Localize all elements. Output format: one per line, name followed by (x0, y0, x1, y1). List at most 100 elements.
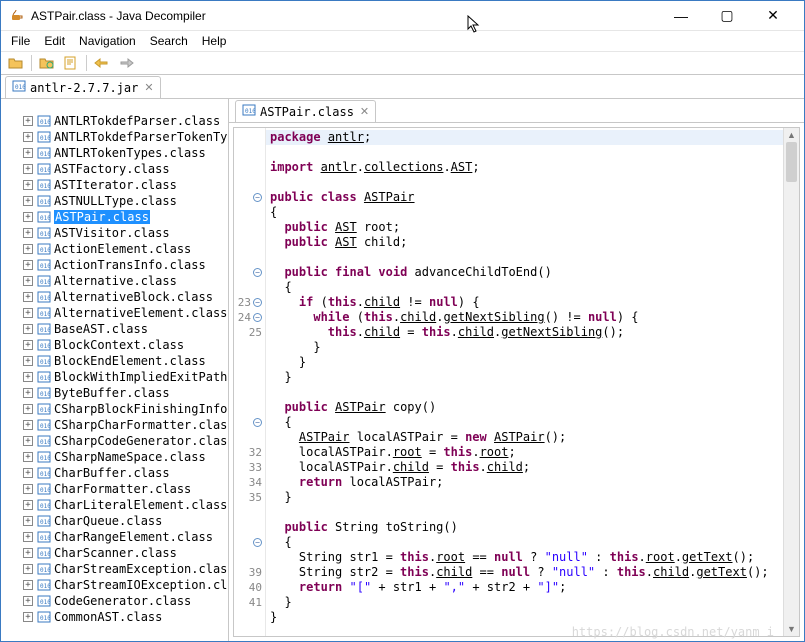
menu-navigation[interactable]: Navigation (73, 32, 142, 50)
tree-item[interactable]: +010ActionElement.class (5, 241, 228, 257)
tree-item[interactable]: +010CharRangeElement.class (5, 529, 228, 545)
tree-item[interactable]: +010CharStreamException.clas (5, 561, 228, 577)
tree-item[interactable]: +010ASTPair.class (5, 209, 228, 225)
open-file-tab[interactable]: 010 antlr-2.7.7.jar ✕ (5, 76, 161, 98)
fold-icon[interactable]: − (253, 313, 262, 322)
back-icon[interactable] (91, 53, 113, 73)
expand-icon[interactable]: + (23, 516, 33, 526)
expand-icon[interactable]: + (23, 308, 33, 318)
expand-icon[interactable]: + (23, 388, 33, 398)
expand-icon[interactable]: + (23, 452, 33, 462)
tree-item[interactable]: +010ASTIterator.class (5, 177, 228, 193)
expand-icon[interactable]: + (23, 148, 33, 158)
tree-scroll[interactable]: +010ANTLRTokdefParser.class+010ANTLRTokd… (1, 111, 228, 635)
tree-item-label: BlockEndElement.class (54, 354, 206, 368)
tree-item[interactable]: +010CSharpCodeGenerator.clas (5, 433, 228, 449)
expand-icon[interactable]: + (23, 228, 33, 238)
tree-item[interactable]: +010CharStreamIOException.cl (5, 577, 228, 593)
expand-icon[interactable]: + (23, 356, 33, 366)
tree-item[interactable]: +010BlockContext.class (5, 337, 228, 353)
close-button[interactable]: ✕ (750, 2, 796, 30)
search-icon[interactable] (60, 53, 82, 73)
tree-item[interactable]: +010ByteBuffer.class (5, 385, 228, 401)
expand-icon[interactable]: + (23, 404, 33, 414)
fold-icon[interactable]: − (253, 538, 262, 547)
tree-item[interactable]: +010CSharpBlockFinishingInfo (5, 401, 228, 417)
expand-icon[interactable]: + (23, 260, 33, 270)
menu-file[interactable]: File (5, 32, 36, 50)
expand-icon[interactable]: + (23, 372, 33, 382)
fold-icon[interactable]: − (253, 193, 262, 202)
scroll-up-icon[interactable]: ▲ (784, 128, 799, 142)
forward-icon[interactable] (115, 53, 137, 73)
tree-item[interactable]: +010ActionTransInfo.class (5, 257, 228, 273)
expand-icon[interactable]: + (23, 484, 33, 494)
expand-icon[interactable]: + (23, 164, 33, 174)
expand-icon[interactable]: + (23, 532, 33, 542)
editor-tab[interactable]: 010 ASTPair.class ✕ (235, 100, 376, 122)
menu-search[interactable]: Search (144, 32, 194, 50)
expand-icon[interactable]: + (23, 564, 33, 574)
editor-scrollbar[interactable]: ▲ ▼ (783, 128, 799, 636)
expand-icon[interactable]: + (23, 324, 33, 334)
expand-icon[interactable]: + (23, 116, 33, 126)
close-icon[interactable]: ✕ (144, 81, 153, 94)
expand-icon[interactable]: + (23, 500, 33, 510)
menu-edit[interactable]: Edit (38, 32, 71, 50)
expand-icon[interactable]: + (23, 132, 33, 142)
source-code[interactable]: package antlr; import antlr.collections.… (266, 128, 783, 636)
tree-item[interactable]: +010BlockWithImpliedExitPath (5, 369, 228, 385)
expand-icon[interactable]: + (23, 196, 33, 206)
scroll-down-icon[interactable]: ▼ (784, 622, 799, 636)
menu-help[interactable]: Help (196, 32, 233, 50)
expand-icon[interactable]: + (23, 244, 33, 254)
fold-icon[interactable]: − (253, 268, 262, 277)
tree-item[interactable]: +010CharLiteralElement.class (5, 497, 228, 513)
expand-icon[interactable]: + (23, 292, 33, 302)
tree-item[interactable]: +010CharScanner.class (5, 545, 228, 561)
tree-item[interactable]: +010CSharpCharFormatter.clas (5, 417, 228, 433)
fold-icon[interactable]: − (253, 298, 262, 307)
tree-item[interactable]: +010BlockEndElement.class (5, 353, 228, 369)
gutter-line: 23− (234, 295, 265, 310)
expand-icon[interactable]: + (23, 596, 33, 606)
tree-item[interactable]: +010BaseAST.class (5, 321, 228, 337)
expand-icon[interactable]: + (23, 212, 33, 222)
tree-item[interactable]: +010Alternative.class (5, 273, 228, 289)
main-split: +010ANTLRTokdefParser.class+010ANTLRTokd… (1, 99, 804, 641)
expand-icon[interactable]: + (23, 180, 33, 190)
open-icon[interactable] (5, 53, 27, 73)
expand-icon[interactable]: + (23, 276, 33, 286)
tree-item[interactable]: +010ASTVisitor.class (5, 225, 228, 241)
fold-icon[interactable]: − (253, 418, 262, 427)
tree-item[interactable]: +010ASTNULLType.class (5, 193, 228, 209)
tree-item[interactable]: +010CharFormatter.class (5, 481, 228, 497)
close-icon[interactable]: ✕ (360, 105, 369, 118)
tree-item[interactable]: +010ANTLRTokenTypes.class (5, 145, 228, 161)
expand-icon[interactable]: + (23, 340, 33, 350)
expand-icon[interactable]: + (23, 612, 33, 622)
expand-icon[interactable]: + (23, 468, 33, 478)
tree-item[interactable]: +010ASTFactory.class (5, 161, 228, 177)
tree-item[interactable]: +010ANTLRTokdefParser.class (5, 113, 228, 129)
tree-item[interactable]: +010AlternativeBlock.class (5, 289, 228, 305)
tree-item[interactable]: +010CodeGenerator.class (5, 593, 228, 609)
class-file-icon: 010 (37, 227, 51, 239)
expand-icon[interactable]: + (23, 580, 33, 590)
tree-item[interactable]: +010CharBuffer.class (5, 465, 228, 481)
editor-tabstrip: 010 ASTPair.class ✕ (229, 99, 804, 123)
expand-icon[interactable]: + (23, 420, 33, 430)
tree-item[interactable]: +010CommonAST.class (5, 609, 228, 625)
tree-item[interactable]: +010AlternativeElement.class (5, 305, 228, 321)
maximize-button[interactable]: ▢ (704, 2, 750, 30)
scrollbar-thumb[interactable] (786, 142, 797, 182)
expand-icon[interactable]: + (23, 436, 33, 446)
tree-item[interactable]: +010CSharpNameSpace.class (5, 449, 228, 465)
tree-item[interactable]: +010CharQueue.class (5, 513, 228, 529)
minimize-button[interactable]: — (658, 2, 704, 30)
expand-icon[interactable]: + (23, 548, 33, 558)
open-type-icon[interactable] (36, 53, 58, 73)
tree-item[interactable]: +010ANTLRTokdefParserTokenTy (5, 129, 228, 145)
code-line: public AST child; (270, 235, 407, 249)
svg-text:010: 010 (40, 279, 51, 286)
